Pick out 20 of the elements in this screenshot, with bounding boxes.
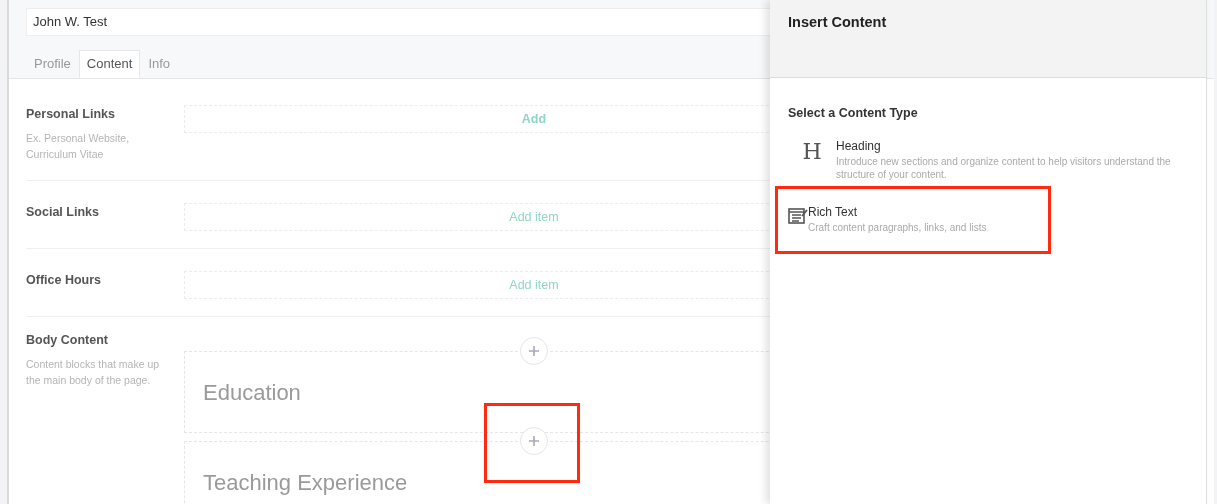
document-edit-icon	[788, 206, 808, 225]
content-type-option[interactable]: H Heading Introduce new sections and organize content to help visitors understand the structure of your content.	[788, 132, 1188, 185]
option-title: Rich Text	[808, 203, 859, 221]
field-label: Body Content	[26, 332, 109, 349]
option-description: Introduce new sections and organize content to help visitors understand the structure of your content.	[836, 154, 1172, 181]
add-block-button[interactable]	[520, 337, 548, 365]
field-label: Personal Links	[26, 106, 116, 123]
field-label: Social Links	[26, 204, 100, 221]
tab[interactable]: Content	[78, 50, 141, 78]
field-hint: Content blocks that make up the main body of the page.	[26, 356, 161, 388]
tab[interactable]: Profile	[26, 50, 79, 78]
field-hint: Ex. Personal Website, Curriculum Vitae	[26, 130, 131, 162]
plus-icon	[529, 346, 539, 356]
drawer-title: Insert Content	[788, 13, 888, 32]
field-label: Office Hours	[26, 272, 102, 289]
add-block-button[interactable]	[520, 427, 548, 455]
tab[interactable]: Info	[140, 50, 179, 78]
heading-glyph-icon: H	[802, 140, 822, 163]
plus-icon	[529, 436, 539, 446]
option-title: Heading	[836, 137, 882, 155]
